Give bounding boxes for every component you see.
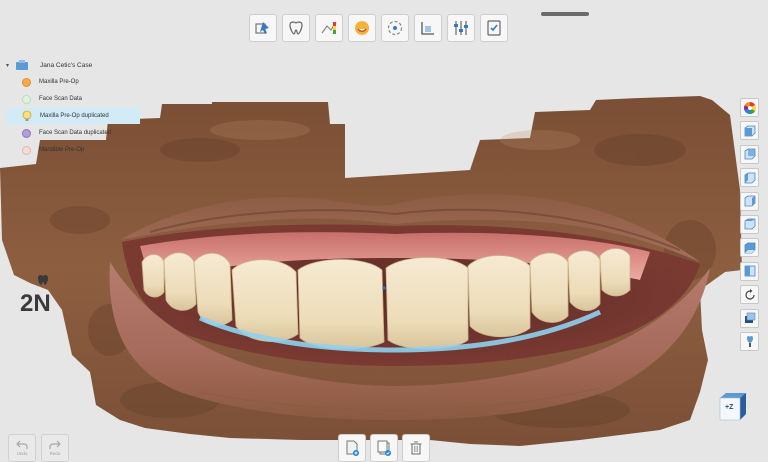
adjust-sliders-button[interactable] — [447, 14, 475, 42]
view-cube-back-icon — [744, 148, 755, 160]
rotate-view-icon — [387, 20, 403, 36]
view-right-button[interactable] — [740, 191, 759, 211]
patient-case-icon — [16, 60, 28, 70]
orientation-label: +Z — [725, 404, 734, 411]
tree-item-label: Mandible Pre-Op — [39, 147, 85, 153]
case-tree-panel: ▾ Jana Cetic's Case Maxilla Pre-Op Face … — [6, 56, 140, 159]
rotate-view-button[interactable] — [381, 14, 409, 42]
reset-rotation-icon — [744, 288, 755, 300]
tree-item-label: Maxilla Pre-Op duplicated — [40, 113, 109, 119]
tree-item-maxilla-pre-op[interactable]: Maxilla Pre-Op — [6, 74, 140, 90]
tree-item-mandible-pre-op[interactable]: Mandible Pre-Op — [6, 142, 140, 158]
tree-item-face-scan-data-duplicated[interactable]: Face Scan Data duplicated — [6, 125, 140, 141]
case-title: Jana Cetic's Case — [40, 61, 93, 69]
copy-file-button[interactable] — [370, 434, 398, 462]
color-wheel-button[interactable] — [740, 98, 759, 117]
tooth-outline-icon — [289, 21, 303, 35]
brand-text: 2N — [20, 290, 51, 317]
lightbulb-icon — [22, 110, 32, 121]
window-drag-handle[interactable] — [541, 12, 589, 16]
tree-item-label: Face Scan Data — [39, 96, 83, 102]
checklist-button[interactable] — [480, 14, 508, 42]
view-toolbar — [740, 98, 760, 355]
add-file-icon — [346, 440, 359, 456]
view-top-button[interactable] — [740, 214, 759, 234]
collapse-caret-icon[interactable]: ▾ — [6, 62, 12, 69]
case-header[interactable]: ▾ Jana Cetic's Case — [6, 56, 140, 74]
undo-button[interactable]: Undo — [8, 434, 36, 462]
tree-item-maxilla-pre-op-duplicated[interactable]: Maxilla Pre-Op duplicated — [6, 108, 140, 124]
top-toolbar — [249, 14, 508, 42]
view-cube-top-icon — [744, 219, 755, 230]
view-cube-bottom-icon — [744, 242, 755, 254]
bottom-actions — [338, 434, 430, 462]
occlusal-plane-icon — [421, 22, 434, 35]
undo-label: Undo — [16, 451, 28, 456]
orientation-cube[interactable]: +Z — [718, 392, 748, 422]
view-front-button[interactable] — [740, 121, 759, 141]
select-tool-icon — [255, 22, 269, 34]
occlusal-plane-button[interactable] — [414, 14, 442, 42]
color-map-icon — [321, 21, 337, 34]
layers-icon — [744, 312, 755, 324]
select-tool-button[interactable] — [249, 14, 277, 42]
redo-label: Redo — [49, 451, 61, 456]
color-map-button[interactable] — [315, 14, 343, 42]
tree-item-face-scan-data[interactable]: Face Scan Data — [6, 91, 140, 107]
smile-design-button[interactable] — [348, 14, 376, 42]
face-scan-duplicated-color-icon — [22, 128, 31, 138]
layers-button[interactable] — [740, 308, 759, 328]
tooth-outline-button[interactable] — [282, 14, 310, 42]
adjust-sliders-icon — [454, 21, 468, 35]
brand-logo: 2N — [20, 272, 70, 322]
delete-button[interactable] — [402, 434, 430, 462]
view-cube-left-icon — [744, 172, 755, 184]
view-cube-right-icon — [744, 195, 755, 207]
redo-button[interactable]: Redo — [41, 434, 69, 462]
delete-icon — [410, 441, 422, 455]
view-cube-front-icon — [744, 125, 755, 137]
split-view-icon — [744, 265, 755, 277]
copy-file-icon — [377, 440, 391, 456]
maxilla-pre-op-color-icon — [22, 77, 31, 87]
view-bottom-button[interactable] — [740, 238, 759, 258]
checklist-icon — [487, 20, 501, 36]
tooth-pin-button[interactable] — [740, 331, 759, 351]
undo-icon — [16, 440, 28, 449]
face-scan-color-icon — [22, 94, 31, 104]
history-controls: Undo Redo — [8, 434, 69, 462]
view-back-button[interactable] — [740, 144, 759, 164]
tooth-logo-icon — [38, 275, 48, 285]
mandible-pre-op-color-icon — [22, 145, 31, 155]
tree-item-label: Face Scan Data duplicated — [39, 130, 112, 136]
smile-design-icon — [355, 21, 369, 35]
add-file-button[interactable] — [338, 434, 366, 462]
color-wheel-icon — [743, 101, 756, 114]
split-view-button[interactable] — [740, 261, 759, 281]
view-left-button[interactable] — [740, 168, 759, 188]
redo-icon — [49, 440, 61, 449]
tree-item-label: Maxilla Pre-Op — [39, 79, 79, 85]
tooth-pin-icon — [746, 336, 753, 348]
reset-rotation-button[interactable] — [740, 285, 759, 305]
